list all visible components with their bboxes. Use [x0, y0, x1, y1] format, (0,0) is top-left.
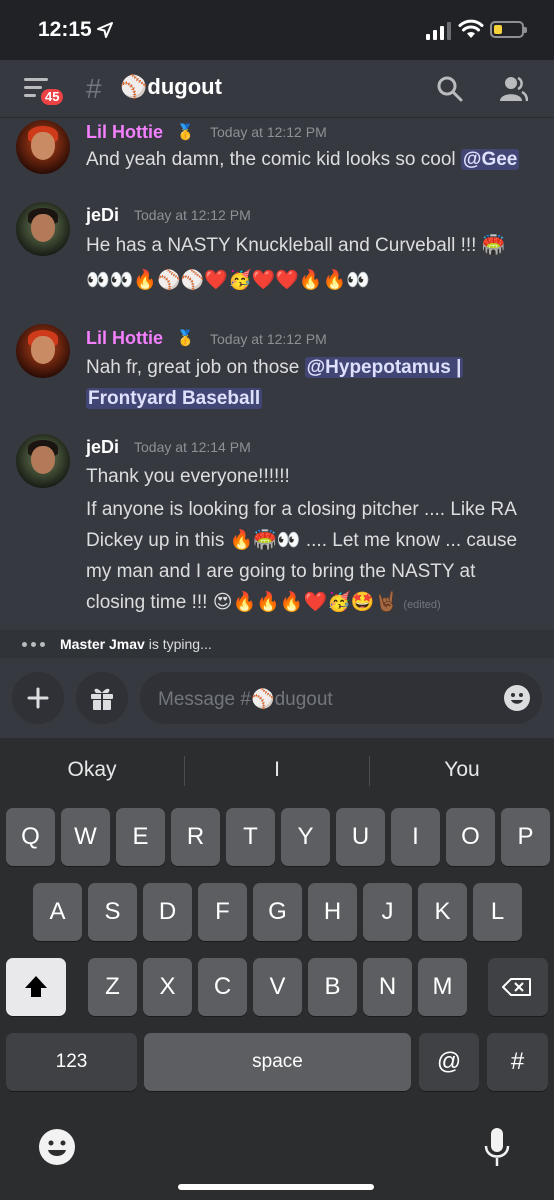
message-text: Thank you everyone!!!!!! If anyone is lo…: [86, 461, 546, 621]
message-line: Dickey up in this 🔥🏟️👀 .... Let me know …: [86, 530, 518, 551]
dictation-mic-icon[interactable]: [484, 1126, 510, 1173]
timestamp: Today at 12:12 PM: [134, 207, 251, 223]
user-mention[interactable]: @Hypepotamus |: [304, 357, 464, 378]
location-arrow-icon: [97, 22, 113, 38]
avatar[interactable]: [16, 120, 70, 174]
message-text: And yeah damn, the comic kid looks so co…: [86, 144, 546, 175]
hash-icon: #: [86, 73, 102, 104]
wifi-icon: [458, 19, 484, 38]
timestamp: Today at 12:14 PM: [134, 439, 251, 455]
channel-title[interactable]: ⚾dugout: [120, 74, 222, 100]
message-placeholder: Message #⚾dugout: [158, 689, 333, 710]
key-a[interactable]: A: [33, 883, 82, 941]
avatar[interactable]: [16, 434, 70, 488]
message-line: my man and I are going to bring the NAST…: [86, 561, 476, 582]
gift-icon: [91, 688, 113, 710]
suggestion-item[interactable]: I: [185, 758, 369, 782]
key-u[interactable]: U: [336, 808, 385, 866]
message-composer: Message #⚾dugout: [0, 658, 554, 738]
status-time: 12:15: [38, 18, 92, 41]
message-line: He has a NASTY Knuckleball and Curveball…: [86, 235, 506, 256]
author-name[interactable]: Lil Hottie: [86, 328, 163, 349]
ios-keyboard: Okay I You Q W E R T Y U I O P A S D F G H J K L Z X C V B N M 123…: [0, 738, 554, 1200]
emoji-picker-icon[interactable]: [504, 685, 530, 711]
add-attachment-button[interactable]: [12, 672, 64, 724]
space-key[interactable]: space: [144, 1033, 411, 1091]
key-r[interactable]: R: [171, 808, 220, 866]
key-p[interactable]: P: [501, 808, 550, 866]
plus-icon: [27, 687, 49, 709]
battery-icon: [490, 21, 527, 38]
message-line: If anyone is looking for a closing pitch…: [86, 499, 517, 520]
key-o[interactable]: O: [446, 808, 495, 866]
delete-key[interactable]: [488, 958, 548, 1016]
key-i[interactable]: I: [391, 808, 440, 866]
message-text: He has a NASTY Knuckleball and Curveball…: [86, 230, 546, 296]
key-b[interactable]: B: [308, 958, 357, 1016]
medal-icon: 🥇: [176, 330, 195, 347]
members-icon[interactable]: [498, 75, 528, 103]
author-name[interactable]: jeDi: [86, 205, 119, 226]
message-body: And yeah damn, the comic kid looks so co…: [86, 149, 461, 170]
avatar[interactable]: [16, 324, 70, 378]
avatar[interactable]: [16, 202, 70, 256]
key-l[interactable]: L: [473, 883, 522, 941]
key-g[interactable]: G: [253, 883, 302, 941]
cellular-signal-icon: [426, 22, 451, 40]
key-e[interactable]: E: [116, 808, 165, 866]
keyboard-suggestions: Okay I You: [0, 738, 554, 804]
key-v[interactable]: V: [253, 958, 302, 1016]
medal-icon: 🥇: [176, 124, 195, 141]
message-text: Nah fr, great job on those @Hypepotamus …: [86, 352, 546, 414]
message-input[interactable]: Message #⚾dugout: [140, 672, 542, 724]
author-name[interactable]: Lil Hottie: [86, 122, 163, 143]
home-indicator[interactable]: [178, 1184, 374, 1190]
typing-suffix: is typing...: [144, 636, 212, 652]
key-n[interactable]: N: [363, 958, 412, 1016]
key-m[interactable]: M: [418, 958, 467, 1016]
key-s[interactable]: S: [88, 883, 137, 941]
timestamp: Today at 12:12 PM: [210, 331, 327, 347]
key-y[interactable]: Y: [281, 808, 330, 866]
channel-header: 45 # ⚾dugout: [0, 60, 554, 118]
key-t[interactable]: T: [226, 808, 275, 866]
message-line: Thank you everyone!!!!!!: [86, 466, 290, 487]
key-k[interactable]: K: [418, 883, 467, 941]
edited-label: (edited): [403, 599, 441, 611]
suggestion-item[interactable]: Okay: [0, 758, 184, 782]
message-list[interactable]: Lil Hottie 🥇 Today at 12:12 PM And yeah …: [0, 118, 554, 630]
status-bar: 12:15: [0, 0, 554, 60]
author-name[interactable]: jeDi: [86, 437, 119, 458]
hash-key[interactable]: #: [487, 1033, 548, 1091]
key-x[interactable]: X: [143, 958, 192, 1016]
key-c[interactable]: C: [198, 958, 247, 1016]
numbers-key[interactable]: 123: [6, 1033, 137, 1091]
shift-key[interactable]: [6, 958, 66, 1016]
typing-user: Master Jmav: [60, 636, 145, 652]
keyboard-emoji-icon[interactable]: [38, 1128, 76, 1171]
key-j[interactable]: J: [363, 883, 412, 941]
gift-button[interactable]: [76, 672, 128, 724]
user-mention[interactable]: @Gee: [460, 149, 520, 170]
key-w[interactable]: W: [61, 808, 110, 866]
search-icon[interactable]: [436, 75, 464, 103]
timestamp: Today at 12:12 PM: [210, 124, 327, 140]
typing-indicator: Master Jmav is typing...: [0, 630, 554, 658]
key-f[interactable]: F: [198, 883, 247, 941]
key-z[interactable]: Z: [88, 958, 137, 1016]
suggestion-item[interactable]: You: [370, 758, 554, 782]
key-d[interactable]: D: [143, 883, 192, 941]
battery-level: [494, 25, 502, 34]
typing-text: Master Jmav is typing...: [60, 636, 212, 652]
key-q[interactable]: Q: [6, 808, 55, 866]
user-mention-continued[interactable]: Frontyard Baseball: [86, 388, 263, 409]
typing-dots-icon: [22, 642, 45, 647]
at-key[interactable]: @: [419, 1033, 479, 1091]
message-line: closing time !!! 😍🔥🔥🔥❤️🥳🤩🤘🏾: [86, 592, 399, 613]
message-line: 👀👀🔥⚾⚾❤️🥳❤️❤️🔥🔥👀: [86, 270, 370, 291]
message-body: Nah fr, great job on those: [86, 357, 305, 378]
key-h[interactable]: H: [308, 883, 357, 941]
notification-badge: 45: [38, 86, 67, 108]
